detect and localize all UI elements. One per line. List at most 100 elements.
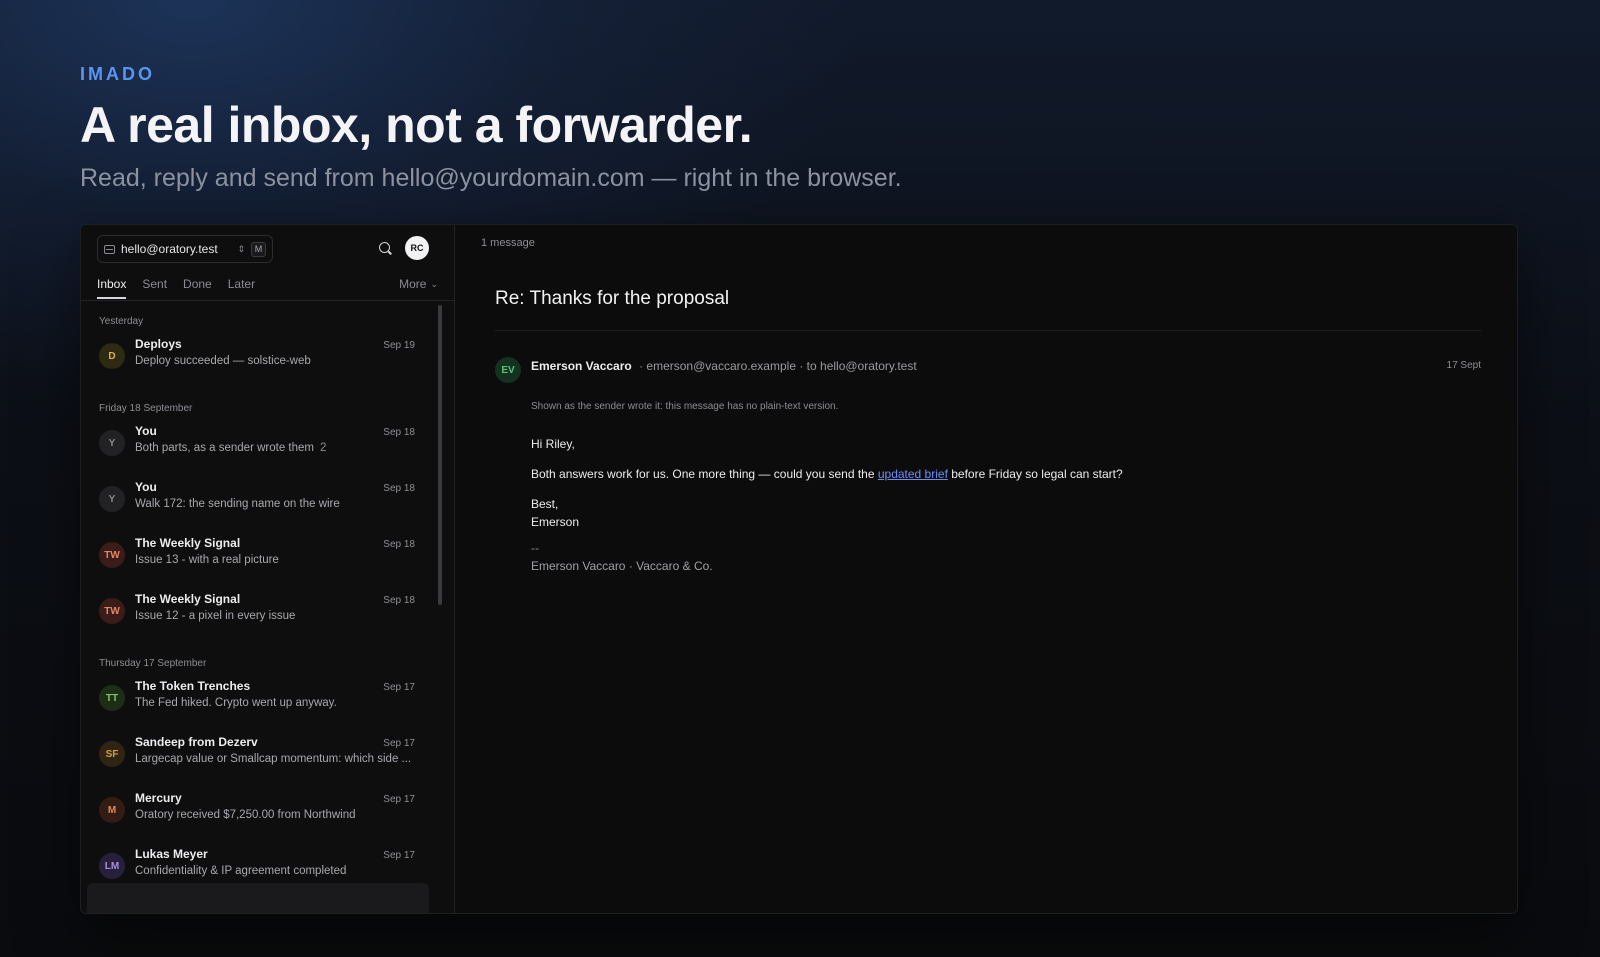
body-paragraph: Both answers work for us. One more thing… [531, 465, 1123, 483]
user-avatar[interactable]: RC [405, 236, 429, 260]
snippet-text: Both parts, as a sender wrote them [135, 442, 314, 454]
list-item-partial[interactable] [87, 883, 429, 913]
sender-name: Lukas Meyer [135, 847, 208, 861]
list-item[interactable]: TW The Weekly Signal Issue 13 - with a rea… [81, 529, 433, 585]
thread-date: Sep 18 [383, 539, 415, 550]
body-text: Both answers work for us. One more thing… [531, 467, 878, 481]
sender-avatar: SF [99, 741, 125, 767]
tab-later[interactable]: Later [228, 275, 255, 297]
app-window: hello@oratory.test ⇕ M RC Inbox Sent Don… [80, 224, 1518, 914]
snippet: Largecap value or Smallcap momentum: whi… [135, 753, 425, 765]
list-item[interactable]: TT The Token Trenches The Fed hiked. Crypt… [81, 672, 433, 728]
date-group-label: Friday 18 September [99, 403, 193, 414]
sender-avatar: D [99, 343, 125, 369]
message-body: Hi Riley, Both answers work for us. One … [531, 435, 1123, 575]
snippet: The Fed hiked. Crypto went up anyway. [135, 697, 425, 709]
snippet: Deploy succeeded — solstice-web [135, 355, 425, 367]
tab-sent[interactable]: Sent [142, 275, 167, 297]
snippet: Confidentiality & IP agreement completed [135, 865, 425, 877]
body-text: before Friday so legal can start? [947, 467, 1123, 481]
sender-email: · emerson@vaccaro.example [639, 359, 796, 373]
sender-avatar: LM [99, 853, 125, 879]
list-item[interactable]: TW The Weekly Signal Issue 12 - a pixel in… [81, 585, 433, 641]
date-group-label: Yesterday [99, 316, 144, 327]
signature-dash: -- [531, 541, 539, 555]
thread-list: Yesterday D Deploys Deploy succeeded — sols… [81, 305, 433, 896]
list-item[interactable]: D Deploys Deploy succeeded — solstice-web S… [81, 330, 433, 386]
thread-date: Sep 17 [383, 850, 415, 861]
greeting: Hi Riley, [531, 437, 575, 451]
subject-divider [495, 330, 1481, 331]
recipient: · to hello@oratory.test [799, 359, 917, 373]
message-date: 17 Sept [1446, 360, 1481, 371]
tab-inbox[interactable]: Inbox [97, 275, 127, 299]
sender-name: You [135, 480, 157, 494]
list-item[interactable]: Y You Walk 172: the sending name on the wi… [81, 473, 433, 529]
hero-subline: Read, reply and send from hello@yourdoma… [80, 164, 902, 192]
thread-date: Sep 19 [383, 340, 415, 351]
snippet: Issue 12 - a pixel in every issue [135, 610, 425, 622]
search-icon[interactable] [379, 242, 390, 253]
sender-avatar: Y [99, 430, 125, 456]
thread-date: Sep 17 [383, 738, 415, 749]
sender-line: Emerson Vaccaro · emerson@vaccaro.exampl… [531, 359, 917, 373]
sender-avatar: TW [99, 542, 125, 568]
date-group-label: Thursday 17 September [99, 658, 207, 669]
snippet: Walk 172: the sending name on the wire [135, 498, 425, 510]
thread-date: Sep 17 [383, 682, 415, 693]
signature: Emerson Vaccaro · Vaccaro & Co. [531, 559, 713, 573]
hero-headline: A real inbox, not a forwarder. [80, 97, 753, 153]
sender-avatar: TT [99, 685, 125, 711]
sender-avatar: TW [99, 598, 125, 624]
sender-name: The Token Trenches [135, 679, 251, 693]
sender-avatar: M [99, 797, 125, 823]
snippet: Both parts, as a sender wrote them 2 [135, 442, 425, 454]
message-count: 1 message [481, 237, 535, 249]
brand-label: IMADO [80, 64, 155, 84]
sender-name[interactable]: Emerson Vaccaro [531, 359, 632, 373]
mail-icon [104, 244, 115, 254]
sender-name: The Weekly Signal [135, 536, 241, 550]
chevron-up-down-icon: ⇕ [237, 243, 245, 254]
snippet-text: Deploy succeeded — solstice-web [135, 355, 311, 367]
snippet-text: Walk 172: the sending name on the wire [135, 498, 340, 510]
more-menu-button[interactable]: More ⌄ [399, 275, 438, 297]
snippet-text: Issue 12 - a pixel in every issue [135, 610, 296, 622]
scrollbar[interactable] [438, 305, 442, 605]
list-item[interactable]: Y You Both parts, as a sender wrote them 2 S… [81, 417, 433, 473]
thread-date: Sep 18 [383, 483, 415, 494]
sender-avatar: EV [495, 357, 521, 383]
snippet-text: Issue 13 - with a real picture [135, 554, 279, 566]
sender-name: Sandeep from Dezerv [135, 735, 258, 749]
shortcut-key: M [251, 241, 266, 257]
updated-brief-link[interactable]: updated brief [878, 467, 948, 481]
chevron-down-icon: ⌄ [430, 279, 438, 289]
snippet-text: The Fed hiked. Crypto went up anyway. [135, 697, 337, 709]
list-item[interactable]: SF Sandeep from Dezerv Largecap value or S… [81, 728, 433, 784]
thread-count: 2 [319, 442, 327, 454]
thread-date: Sep 17 [383, 794, 415, 805]
more-label: More [399, 277, 427, 291]
thread-date: Sep 18 [383, 427, 415, 438]
list-item[interactable]: M Mercury Oratory received $7,250.00 from … [81, 784, 433, 840]
sender-avatar: Y [99, 486, 125, 512]
sidebar: hello@oratory.test ⇕ M RC Inbox Sent Don… [81, 225, 455, 913]
account-email: hello@oratory.test [121, 242, 218, 256]
snippet: Issue 13 - with a real picture [135, 554, 425, 566]
closing-name: Emerson [531, 515, 580, 529]
message-subject: Re: Thanks for the proposal [495, 288, 730, 309]
message-reader: 1 message Re: Thanks for the proposal EV… [455, 225, 1517, 913]
snippet-text: Confidentiality & IP agreement completed [135, 865, 347, 877]
sender-name: Deploys [135, 337, 182, 351]
sender-name: You [135, 424, 157, 438]
tabs-divider [81, 300, 454, 301]
snippet-text: Oratory received $7,250.00 from Northwin… [135, 809, 356, 821]
tab-done[interactable]: Done [183, 275, 212, 297]
html-notice: Shown as the sender wrote it: this messa… [531, 401, 839, 412]
closing: Best, [531, 497, 559, 511]
mailbox-tabs: Inbox Sent Done Later More ⌄ [97, 275, 438, 301]
snippet-text: Largecap value or Smallcap momentum: whi… [135, 753, 412, 765]
thread-date: Sep 18 [383, 595, 415, 606]
snippet: Oratory received $7,250.00 from Northwin… [135, 809, 425, 821]
account-switcher[interactable]: hello@oratory.test ⇕ M [97, 235, 273, 263]
